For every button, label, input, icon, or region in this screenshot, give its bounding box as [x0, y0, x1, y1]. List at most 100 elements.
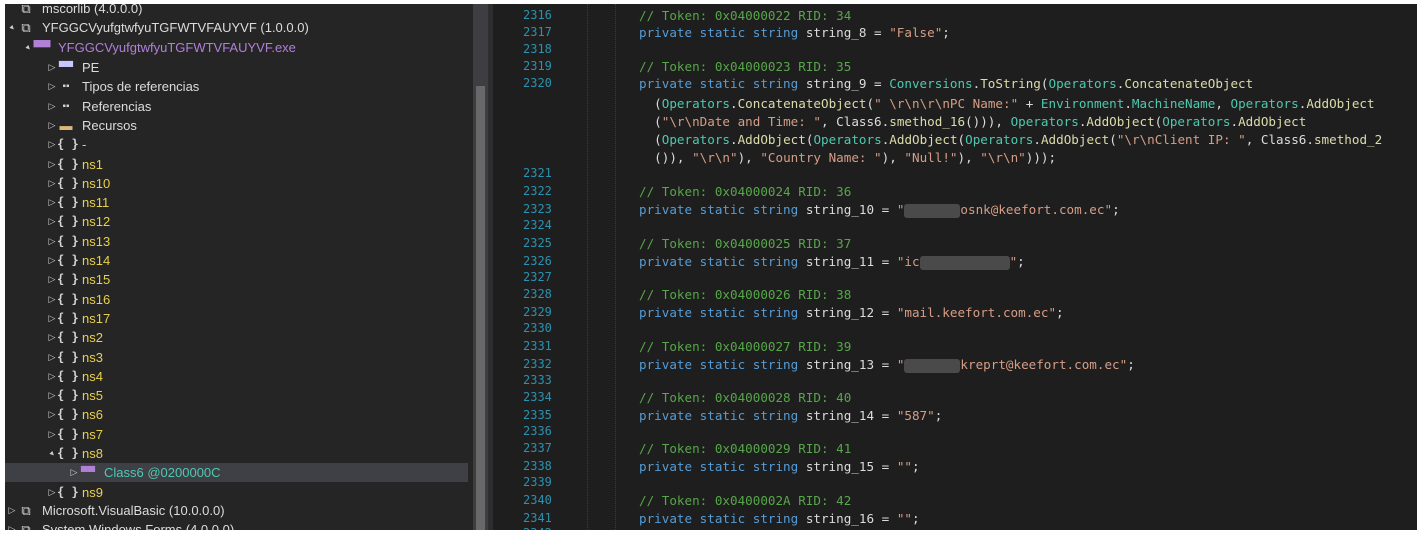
expand-arrow-icon[interactable]: ▷ [47, 116, 57, 135]
expand-arrow-icon[interactable]: ▷ [7, 501, 17, 520]
code-line[interactable]: (Operators.AddObject(Operators.AddObject… [493, 131, 1417, 148]
namespace-icon: { } [57, 291, 79, 306]
expand-arrow-icon[interactable]: ▷ [47, 309, 57, 328]
expand-arrow-icon[interactable]: ▷ [47, 97, 57, 116]
code-line[interactable]: 2319 // Token: 0x04000023 RID: 35 [493, 58, 1417, 75]
code-line[interactable]: 2320 private static string string_9 = Con… [493, 75, 1417, 92]
code-line[interactable]: 2336 [493, 423, 1417, 440]
expand-arrow-icon[interactable]: ▷ [47, 193, 57, 212]
code-line[interactable]: 2327 [493, 269, 1417, 286]
expand-arrow-icon[interactable]: ▷ [47, 270, 57, 289]
expand-arrow-icon[interactable]: ▷ [47, 290, 57, 309]
code-line[interactable]: 2322 // Token: 0x04000024 RID: 36 [493, 183, 1417, 200]
expand-arrow-icon[interactable]: ▷ [47, 212, 57, 231]
namespace-icon: { } [57, 310, 79, 325]
code-line[interactable]: 2334 // Token: 0x04000028 RID: 40 [493, 389, 1417, 406]
code-line[interactable]: 2340 // Token: 0x0400002A RID: 42 [493, 492, 1417, 509]
tree-node-ns3[interactable]: ▷{ } ns3 [5, 348, 465, 367]
assembly-explorer-tree[interactable]: ⧉ mscorlib (4.0.0.0) ▲ ⧉ YFGGCVyufgtwfyuTGFW… [5, 4, 473, 530]
code-token: "mail.keefort.com.ec" [896, 305, 1057, 320]
code-line[interactable]: 2325 // Token: 0x04000025 RID: 37 [493, 235, 1417, 252]
code-line[interactable]: 2326 private static string string_11 = "i… [493, 253, 1417, 270]
tree-node-ns12[interactable]: ▷{ } ns12 [5, 212, 465, 231]
code-line[interactable]: 2330 [493, 320, 1417, 337]
code-line[interactable]: 2328 // Token: 0x04000026 RID: 38 [493, 286, 1417, 303]
tree-node-ns14[interactable]: ▷{ } ns14 [5, 251, 465, 270]
expand-arrow-icon[interactable]: ▷ [47, 405, 57, 424]
expand-arrow-icon[interactable]: ▷ [47, 155, 57, 174]
code-line[interactable]: 2338 private static string string_15 = ""… [493, 458, 1417, 475]
tree-node-ns17[interactable]: ▷{ } ns17 [5, 309, 465, 328]
tree-node-ns13[interactable]: ▷{ } ns13 [5, 232, 465, 251]
tree-node-ns4[interactable]: ▷{ } ns4 [5, 367, 465, 386]
code-line[interactable]: 2317 private static string string_8 = "Fa… [493, 24, 1417, 41]
expand-arrow-icon[interactable]: ▷ [47, 328, 57, 347]
expand-arrow-icon[interactable]: ▷ [7, 520, 17, 530]
code-line[interactable]: 2324 [493, 217, 1417, 234]
expand-arrow-icon[interactable]: ▷ [47, 425, 57, 444]
code-token: AddObject [1306, 96, 1375, 111]
tree-node-recursos[interactable]: ▷ ▬ Recursos [5, 116, 465, 135]
tree-node-ns9[interactable]: ▷{ } ns9 [5, 483, 465, 502]
code-token: ConcatenateObject [1124, 76, 1254, 91]
tree-node-ns11[interactable]: ▷{ } ns11 [5, 193, 465, 212]
expand-arrow-icon[interactable]: ▷ [47, 174, 57, 193]
tree-node-ns16[interactable]: ▷{ } ns16 [5, 290, 465, 309]
line-number: 2323 [523, 202, 552, 216]
expand-arrow-icon[interactable]: ▷ [47, 135, 57, 154]
code-line[interactable]: 2323 private static string string_10 = " o… [493, 201, 1417, 218]
code-line[interactable]: 2335 private static string string_14 = "5… [493, 407, 1417, 424]
code-line[interactable]: 2329 private static string string_12 = "m… [493, 304, 1417, 321]
expand-arrow-icon[interactable]: ▷ [47, 483, 57, 502]
code-line[interactable]: ("\r\nDate and Time: ", Class6.smethod_1… [493, 113, 1417, 130]
namespace-icon: { } [57, 253, 79, 267]
tree-node-class6-0200000c[interactable]: ▷ ▀▀ Class6 @0200000C [5, 463, 468, 483]
code-line[interactable]: 2321 [493, 165, 1417, 182]
tree-node-yfggcvyufgtwfyutgfwtvfauyvf-exe[interactable]: ▲ ▀▀ YFGGCVyufgtwfyuTGFWTVFAUYVF.exe [5, 38, 465, 57]
expand-arrow-icon[interactable]: ▷ [47, 232, 57, 251]
tree-node-ns8[interactable]: ▲{ } ns8 [5, 444, 465, 463]
code-line[interactable]: (Operators.ConcatenateObject(" \r\n\r\nP… [493, 95, 1417, 112]
code-line[interactable]: 2316 // Token: 0x04000022 RID: 34 [493, 7, 1417, 24]
tree-node-ns2[interactable]: ▷{ } ns2 [5, 328, 465, 347]
expand-arrow-icon[interactable] [7, 4, 17, 18]
tree-node-ns5[interactable]: ▷{ } ns5 [5, 386, 465, 405]
tree-node-ns6[interactable]: ▷{ } ns6 [5, 405, 465, 424]
code-line[interactable]: 2342 [493, 525, 1417, 530]
tree-node-label: ns14 [82, 253, 111, 268]
tree-node-[interactable]: ▷{ } - [5, 135, 465, 154]
tree-node-ns15[interactable]: ▷{ } ns15 [5, 270, 465, 289]
tree-node-referencias[interactable]: ▷ ▪▪ Referencias [5, 97, 465, 116]
tree-node-ns1[interactable]: ▷{ } ns1 [5, 155, 465, 174]
code-line[interactable]: 2318 [493, 41, 1417, 58]
tree-scrollbar-thumb[interactable] [476, 86, 485, 530]
tree-node-pe[interactable]: ▷ ▀▀ PE [5, 58, 465, 77]
code-token: private static string [639, 202, 806, 217]
code-token: ; [1056, 305, 1064, 320]
expand-arrow-icon[interactable]: ▷ [47, 348, 57, 367]
expand-arrow-icon[interactable]: ▷ [69, 463, 79, 482]
expand-arrow-icon[interactable]: ▷ [47, 367, 57, 386]
expand-arrow-icon[interactable]: ▷ [47, 58, 57, 77]
tree-node-tipos-de-referencias[interactable]: ▷ ▪▪ Tipos de referencias [5, 77, 465, 96]
tree-node-ns10[interactable]: ▷{ } ns10 [5, 174, 465, 193]
namespace-icon: { } [57, 330, 79, 345]
line-number: 2322 [523, 184, 552, 198]
code-line[interactable]: 2339 [493, 474, 1417, 491]
expand-arrow-icon[interactable]: ▷ [47, 386, 57, 405]
tree-node-mscorlib-4-0-0-0[interactable]: ⧉ mscorlib (4.0.0.0) [5, 4, 465, 18]
code-line[interactable]: 2337 // Token: 0x04000029 RID: 41 [493, 440, 1417, 457]
expand-arrow-icon[interactable]: ▷ [47, 77, 57, 96]
code-line[interactable]: ()), "\r\n"), "Country Name: "), "Null!"… [493, 149, 1417, 166]
tree-node-ns7[interactable]: ▷{ } ns7 [5, 425, 465, 444]
expand-arrow-icon[interactable]: ▷ [47, 251, 57, 270]
code-line[interactable]: 2331 // Token: 0x04000027 RID: 39 [493, 338, 1417, 355]
tree-node-system-windows-forms-4-0-0-0[interactable]: ▷ ⧉ System.Windows.Forms (4.0.0.0) [5, 520, 465, 530]
namespace-icon: { } [57, 426, 79, 441]
code-line[interactable]: 2333 [493, 372, 1417, 389]
tree-node-microsoft-visualbasic-10-0-0-0[interactable]: ▷ ⧉ Microsoft.VisualBasic (10.0.0.0) [5, 501, 465, 520]
code-line[interactable]: 2332 private static string string_13 = " k… [493, 356, 1417, 373]
tree-node-yfggcvyufgtwfyutgfwtvfauyvf-1-0-0-0[interactable]: ▲ ⧉ YFGGCVyufgtwfyuTGFWTVFAUYVF (1.0.0.0) [5, 18, 465, 37]
line-number: 2331 [523, 339, 552, 353]
code-editor[interactable]: 2316 // Token: 0x04000022 RID: 34 2317 priv… [493, 4, 1417, 530]
